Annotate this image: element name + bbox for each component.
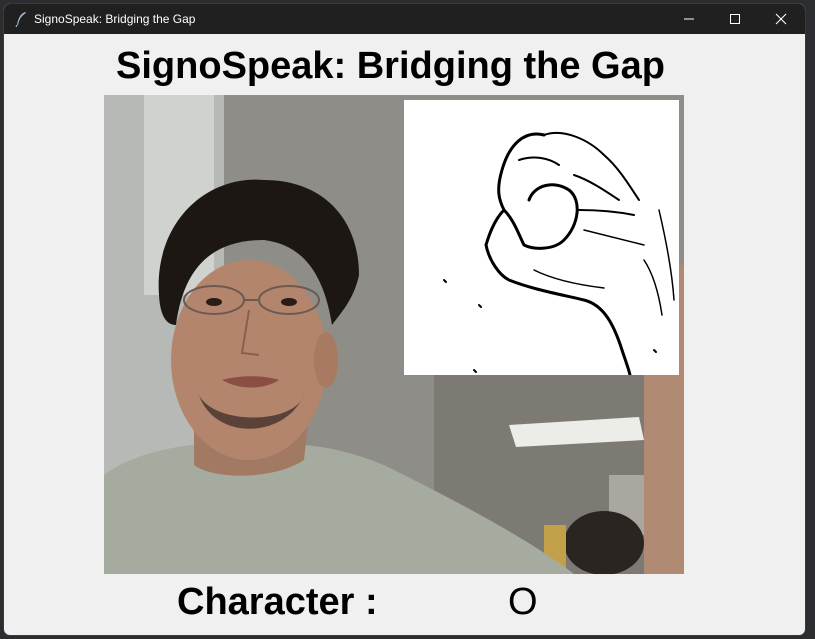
close-button[interactable] [758, 4, 804, 34]
minimize-button[interactable] [666, 4, 712, 34]
minimize-icon [684, 18, 694, 20]
page-title: SignoSpeak: Bridging the Gap [116, 45, 665, 87]
maximize-icon [730, 14, 740, 24]
character-label: Character : [177, 581, 378, 623]
camera-feed [104, 95, 684, 574]
maximize-button[interactable] [712, 4, 758, 34]
app-window: SignoSpeak: Bridging the Gap SignoSpeak:… [4, 4, 805, 635]
feather-icon [15, 12, 26, 27]
hand-skeleton-image [404, 100, 679, 375]
character-value: O [508, 581, 538, 623]
hand-outline-icon [443, 131, 675, 375]
close-icon [775, 13, 787, 25]
window-title: SignoSpeak: Bridging the Gap [34, 12, 196, 26]
title-bar[interactable]: SignoSpeak: Bridging the Gap [4, 4, 805, 34]
